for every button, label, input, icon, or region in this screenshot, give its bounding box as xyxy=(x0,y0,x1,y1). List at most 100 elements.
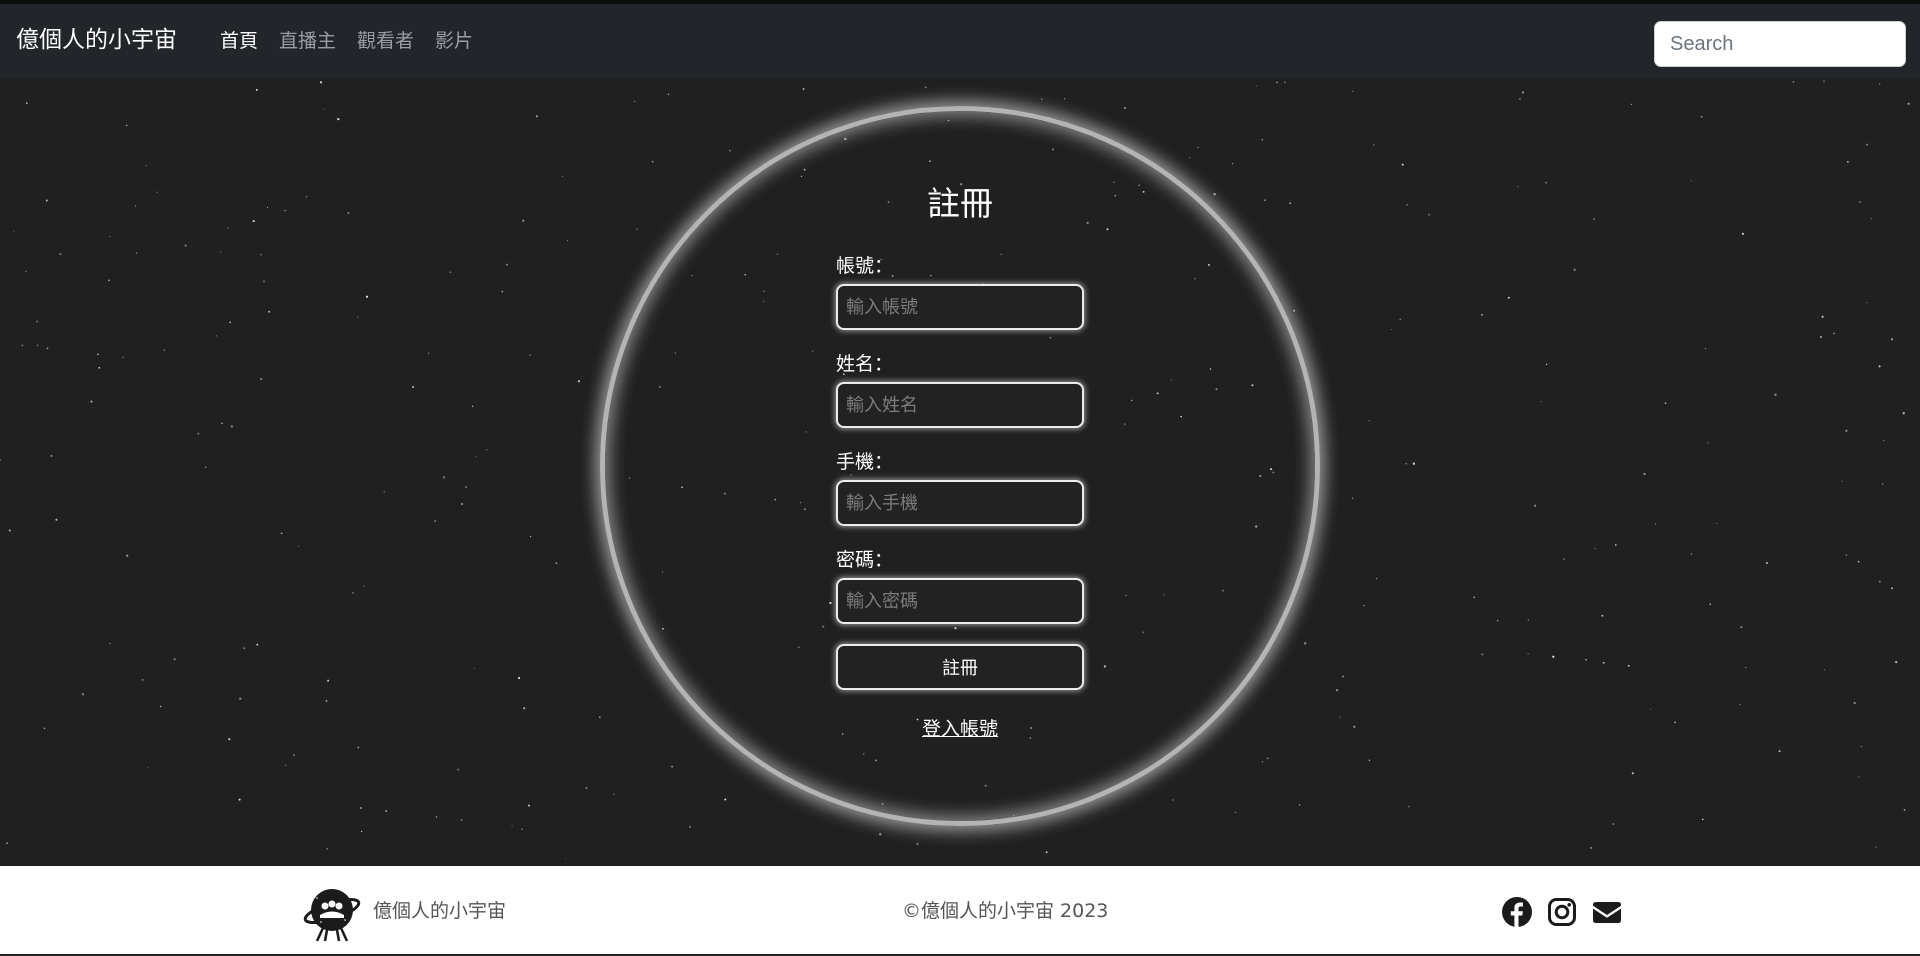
star xyxy=(268,310,271,313)
star xyxy=(1674,721,1676,724)
star xyxy=(357,316,359,318)
footer: 億個人的小宇宙 ©億個人的小宇宙 2023 xyxy=(0,866,1920,956)
star xyxy=(1895,660,1898,664)
star xyxy=(163,349,165,351)
star xyxy=(522,219,525,222)
star xyxy=(1375,577,1378,580)
nav-link-videos[interactable]: 影片 xyxy=(435,26,473,56)
star xyxy=(1213,193,1216,196)
star xyxy=(1189,157,1191,159)
star xyxy=(1339,716,1341,718)
star xyxy=(1745,666,1747,669)
star xyxy=(1289,202,1292,205)
register-button[interactable]: 註冊 xyxy=(836,644,1084,690)
star xyxy=(1527,653,1529,655)
star xyxy=(46,347,49,350)
search-input[interactable] xyxy=(1654,21,1906,67)
star xyxy=(383,490,385,493)
star xyxy=(636,228,638,230)
name-label: 姓名： xyxy=(836,353,894,375)
star xyxy=(1664,402,1667,404)
nav-link-home[interactable]: 首頁 xyxy=(220,26,258,56)
star xyxy=(184,244,187,247)
star xyxy=(122,356,124,359)
star xyxy=(323,108,325,110)
star xyxy=(256,643,259,646)
star xyxy=(1391,329,1393,331)
star xyxy=(1707,442,1709,444)
login-link[interactable]: 登入帳號 xyxy=(836,714,1084,741)
navbar-brand[interactable]: 億個人的小宇宙 xyxy=(16,24,177,56)
star xyxy=(535,115,538,118)
star xyxy=(215,335,217,337)
star xyxy=(134,205,136,207)
star xyxy=(1405,463,1407,465)
star xyxy=(239,697,242,700)
star xyxy=(434,520,437,523)
star xyxy=(724,798,727,801)
star xyxy=(1593,218,1595,220)
star xyxy=(1875,846,1877,848)
star xyxy=(1690,180,1692,182)
star xyxy=(1276,81,1278,84)
star xyxy=(1866,302,1868,304)
star xyxy=(221,422,223,425)
star xyxy=(1594,548,1596,550)
star xyxy=(1819,336,1822,338)
star xyxy=(1298,804,1301,806)
star xyxy=(1891,587,1893,590)
star xyxy=(1823,80,1825,83)
star xyxy=(305,196,308,198)
account-label: 帳號： xyxy=(836,255,894,277)
star xyxy=(145,164,147,167)
star xyxy=(319,81,323,84)
star xyxy=(293,754,295,756)
star xyxy=(1602,661,1605,664)
star xyxy=(1878,580,1881,583)
star xyxy=(1284,81,1286,83)
star xyxy=(1533,504,1537,507)
envelope-icon xyxy=(1593,902,1621,923)
star xyxy=(518,676,521,680)
star xyxy=(1739,704,1741,706)
star xyxy=(1627,664,1630,667)
star xyxy=(385,810,388,812)
star xyxy=(337,117,340,121)
star xyxy=(475,456,477,458)
star xyxy=(81,693,85,696)
star xyxy=(360,830,363,833)
star xyxy=(1690,553,1692,555)
star xyxy=(260,253,262,256)
star xyxy=(529,354,531,356)
star xyxy=(59,252,62,256)
facebook-icon xyxy=(1502,897,1532,927)
name-input[interactable] xyxy=(836,382,1084,428)
star xyxy=(667,93,670,95)
star xyxy=(13,230,15,232)
star xyxy=(634,100,636,103)
star xyxy=(1879,83,1881,85)
phone-input[interactable] xyxy=(836,480,1084,526)
star xyxy=(243,647,246,650)
star xyxy=(252,220,255,223)
star xyxy=(1521,91,1525,94)
instagram-icon xyxy=(1548,898,1576,926)
star xyxy=(1774,393,1777,396)
star xyxy=(1481,653,1484,656)
nav-link-streamers[interactable]: 直播主 xyxy=(279,26,336,56)
star xyxy=(879,833,882,836)
star xyxy=(220,251,222,253)
star xyxy=(173,658,176,661)
star xyxy=(1845,554,1848,556)
star xyxy=(1821,315,1824,318)
star xyxy=(25,270,27,272)
nav-link-viewers[interactable]: 觀看者 xyxy=(357,26,414,56)
star xyxy=(1883,439,1885,441)
account-input[interactable] xyxy=(836,284,1084,330)
star xyxy=(1267,757,1269,759)
star xyxy=(1859,201,1861,203)
star xyxy=(97,353,99,356)
star xyxy=(1700,115,1703,118)
password-input[interactable] xyxy=(836,578,1084,624)
star xyxy=(471,405,474,408)
